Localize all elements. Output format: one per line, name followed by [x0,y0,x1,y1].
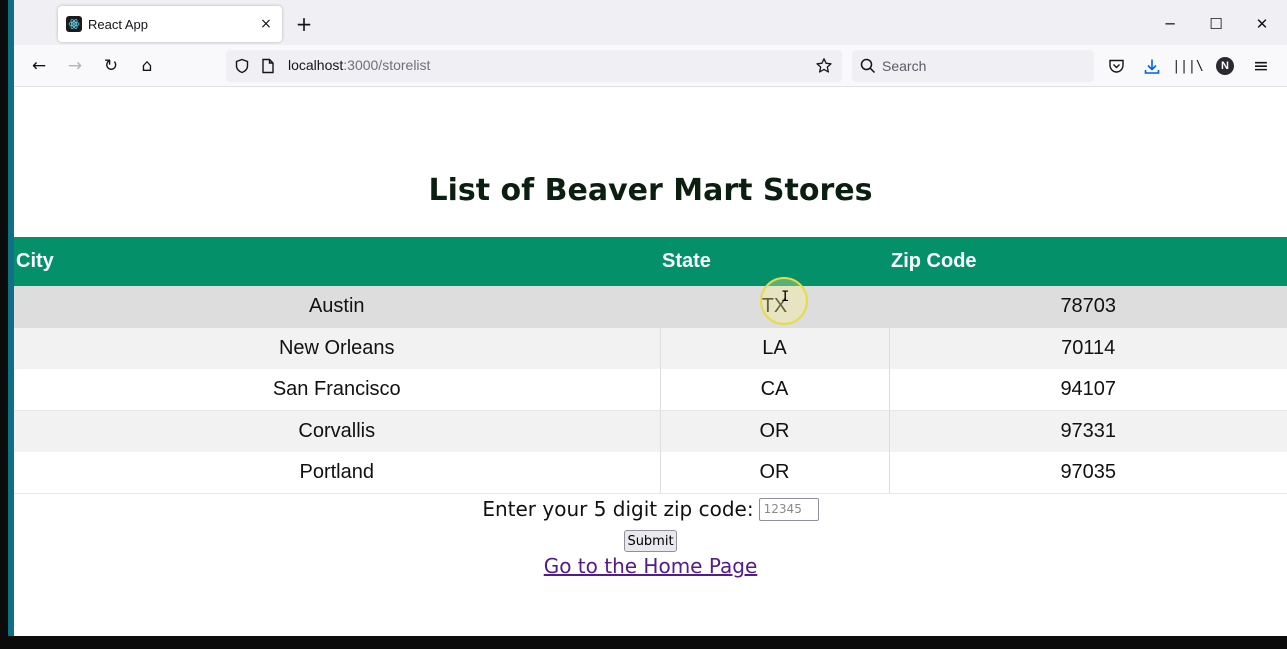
cell-city: San Francisco [14,369,660,412]
zip-input[interactable] [758,497,819,521]
browser-window: React App × + ─ ☐ ✕ ← → ↻ ⌂ localhost:30… [14,0,1287,636]
account-avatar[interactable]: N [1212,53,1238,79]
cell-city: Austin [14,286,660,328]
close-window-icon[interactable]: ✕ [1248,10,1276,38]
home-icon[interactable]: ⌂ [134,53,160,79]
zip-form: Enter your 5 digit zip code: [14,497,1287,521]
cell-state: OR [659,410,889,453]
account-initial: N [1216,57,1234,75]
home-link-wrapper: Go to the Home Page [14,554,1287,578]
cell-zip: 97331 [888,410,1287,453]
cell-zip: 94107 [888,369,1287,412]
header-state: State [660,237,889,286]
url-bar[interactable]: localhost:3000/storelist [226,50,842,82]
library-icon[interactable]: |||\ [1172,53,1203,79]
table-row: Corvallis OR 97331 [14,410,1287,453]
bookmark-star-icon[interactable] [814,56,834,76]
home-page-link[interactable]: Go to the Home Page [544,554,758,578]
cell-state: CA [659,369,889,412]
table-header-row: City State Zip Code [14,237,1287,286]
table-row: San Francisco CA 94107 [14,369,1287,412]
submit-button[interactable]: Submit [624,530,677,552]
search-bar[interactable] [852,50,1094,82]
cell-city: Portland [14,452,660,495]
react-logo-icon [66,16,82,32]
page-title: List of Beaver Mart Stores [428,173,873,208]
cell-city: Corvallis [14,410,660,453]
cell-zip: 78703 [888,286,1287,328]
maximize-icon[interactable]: ☐ [1202,10,1230,38]
table-row: Austin TX 78703 [14,286,1287,328]
header-zip: Zip Code [889,237,1287,286]
forward-arrow-icon[interactable]: → [62,53,88,79]
store-table: City State Zip Code Austin TX 78703 New … [14,237,1287,495]
cell-state: OR [659,452,889,495]
cell-state: LA [659,327,889,370]
cell-zip: 97035 [888,452,1287,495]
tab-title: React App [88,16,148,32]
url-path: :3000/storelist [343,57,431,73]
cell-zip: 70114 [888,327,1287,370]
table-row: New Orleans LA 70114 [14,327,1287,370]
tab-close-icon[interactable]: × [258,16,274,32]
download-icon[interactable] [1139,53,1165,79]
nav-bar: ← → ↻ ⌂ localhost:3000/storelist Search … [14,45,1287,87]
shield-icon[interactable] [232,56,252,76]
page-content: List of Beaver Mart Stores City State Zi… [14,87,1287,636]
header-city: City [14,237,660,286]
search-icon [858,56,878,76]
page-icon[interactable] [258,56,278,76]
minimize-icon[interactable]: ─ [1156,10,1184,38]
tab-react-app[interactable]: React App × [58,6,282,42]
menu-icon[interactable]: ≡ [1248,53,1274,79]
cell-city: New Orleans [14,327,660,370]
table-row: Portland OR 97035 [14,452,1287,495]
cell-state: TX [659,286,889,328]
tab-strip: React App × + ─ ☐ ✕ [14,0,1287,45]
url-host: localhost [288,57,344,73]
screen: React App × + ─ ☐ ✕ ← → ↻ ⌂ localhost:30… [0,0,1287,649]
url-text[interactable]: localhost:3000/storelist [288,57,430,73]
new-tab-button[interactable]: + [292,12,316,36]
back-arrow-icon[interactable]: ← [26,53,52,79]
reload-icon[interactable]: ↻ [98,53,124,79]
zip-label: Enter your 5 digit zip code: [482,497,754,521]
search-input[interactable] [882,56,1082,76]
pocket-icon[interactable] [1103,53,1129,79]
